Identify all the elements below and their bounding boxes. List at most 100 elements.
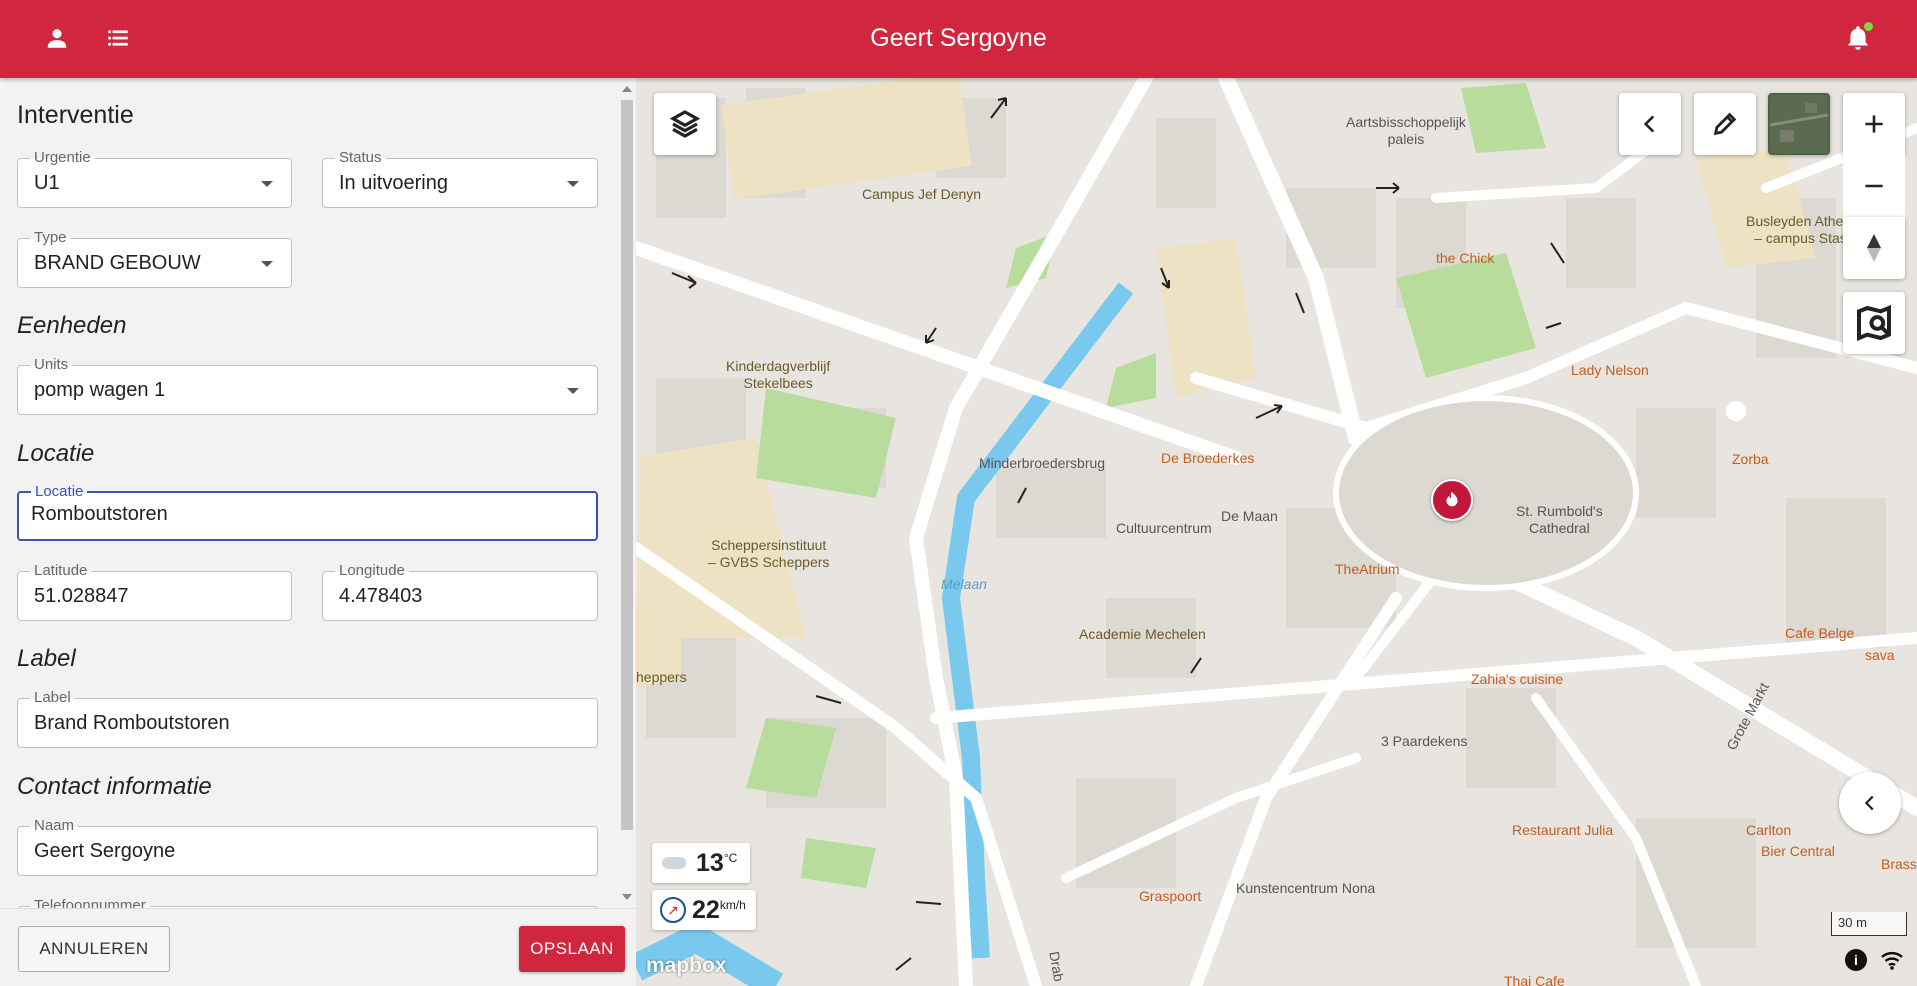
map-scale: 30 m xyxy=(1831,912,1907,936)
map-label: De Maan xyxy=(1221,508,1278,524)
draw-button[interactable] xyxy=(1694,93,1756,155)
map-label: heppers xyxy=(636,669,687,685)
map-base-layer xyxy=(636,78,1917,986)
map-label: Lady Nelson xyxy=(1571,362,1649,378)
type-select[interactable]: Type BRAND GEBOUW xyxy=(17,229,292,288)
minus-icon xyxy=(1865,184,1883,188)
layers-button[interactable] xyxy=(654,93,716,155)
map-label: Thai Cafe xyxy=(1504,973,1565,986)
map-label: Cafe Belge xyxy=(1785,625,1855,641)
wind-direction-icon: ↗ xyxy=(660,897,686,923)
chevron-down-icon xyxy=(261,261,273,267)
map-label: Scheppersinstituut – GVBS Scheppers xyxy=(708,537,830,570)
map-label: Cultuurcentrum xyxy=(1116,520,1212,536)
map-label: Minderbroedersbrug xyxy=(979,455,1106,471)
map-label: Kunstencentrum Nona xyxy=(1236,880,1376,896)
zoom-out-button[interactable] xyxy=(1843,155,1905,217)
map-label: Graspoort xyxy=(1139,888,1202,904)
top-app-bar: Geert Sergoyne xyxy=(0,0,1917,78)
locatie-text-input[interactable] xyxy=(31,503,591,526)
intervention-form-panel: Interventie Urgentie U1 Status In uitvoe… xyxy=(0,78,618,908)
units-label: Units xyxy=(30,356,73,373)
type-value: BRAND GEBOUW xyxy=(34,252,201,274)
map-label: TheAtrium xyxy=(1335,561,1400,577)
temperature-value: 13 xyxy=(696,848,724,877)
units-select[interactable]: Units pomp wagen 1 xyxy=(17,356,598,415)
map-label: Melaan xyxy=(941,576,987,592)
wifi-icon xyxy=(1880,948,1904,972)
map-label: Kinderdagverblijf Stekelbees xyxy=(726,358,831,391)
chevron-left-icon xyxy=(1864,795,1874,811)
incident-marker[interactable] xyxy=(1431,479,1473,521)
chevron-down-icon xyxy=(261,181,273,187)
scroll-down-icon[interactable] xyxy=(622,894,632,900)
locatie-label: Locatie xyxy=(31,483,88,500)
mapbox-logo[interactable]: mapbox xyxy=(646,954,727,978)
fire-truck-icon xyxy=(1446,491,1458,507)
urgentie-value: U1 xyxy=(34,172,60,194)
notification-dot xyxy=(1864,22,1873,31)
status-value: In uitvoering xyxy=(339,172,448,194)
layers-icon xyxy=(669,110,701,138)
page-title: Geert Sergoyne xyxy=(870,24,1047,52)
longitude-field[interactable]: Longitude 4.478403 xyxy=(322,562,598,621)
naam-field[interactable]: Naam Geert Sergoyne xyxy=(17,817,598,876)
pencil-icon xyxy=(1713,112,1737,136)
map-label: Zahia's cuisine xyxy=(1471,671,1564,687)
map-label: St. Rumbold's Cathedral xyxy=(1516,503,1603,536)
label-field-value: Brand Romboutstoren xyxy=(34,712,230,734)
status-select[interactable]: Status In uitvoering xyxy=(322,149,598,208)
weather-widget: 13 °C xyxy=(652,843,750,883)
latitude-field[interactable]: Latitude 51.028847 xyxy=(17,562,292,621)
map-label: sava xyxy=(1865,647,1895,663)
map-label: 3 Paardekens xyxy=(1381,733,1468,749)
locatie-input[interactable]: Locatie xyxy=(17,483,598,541)
map-label: Brasse xyxy=(1881,856,1917,872)
map-label: Zorba xyxy=(1732,451,1769,467)
compass-icon xyxy=(1867,234,1881,262)
section-title-label: Label xyxy=(17,645,76,672)
bell-icon[interactable] xyxy=(1842,22,1874,54)
urgentie-select[interactable]: Urgentie U1 xyxy=(17,149,292,208)
map-label: Aartsbisschoppelijk paleis xyxy=(1346,114,1466,147)
longitude-value: 4.478403 xyxy=(339,585,423,607)
section-title-interventie: Interventie xyxy=(17,101,134,129)
temperature-unit: °C xyxy=(723,851,738,865)
collapse-toolbar-button[interactable] xyxy=(1619,93,1681,155)
label-field[interactable]: Label Brand Romboutstoren xyxy=(17,689,598,748)
plus-icon xyxy=(1865,115,1883,133)
compass-button[interactable] xyxy=(1843,217,1905,279)
expand-panel-button[interactable] xyxy=(1839,772,1901,834)
naam-label: Naam xyxy=(30,817,79,834)
cancel-button[interactable]: ANNULEREN xyxy=(18,926,170,972)
latitude-value: 51.028847 xyxy=(34,585,129,607)
info-icon[interactable]: i xyxy=(1845,949,1867,971)
telefoon-label: Telefoonnummer xyxy=(30,897,150,908)
wind-speed-unit: km/h xyxy=(719,898,746,912)
map-label: Campus Jef Denyn xyxy=(862,186,982,202)
chevron-down-icon xyxy=(567,388,579,394)
zoom-in-button[interactable] xyxy=(1843,93,1905,155)
satellite-toggle[interactable] xyxy=(1768,93,1830,155)
save-button[interactable]: OPSLAAN xyxy=(519,926,625,972)
section-title-contact: Contact informatie xyxy=(17,773,212,800)
map-label: De Broederkes xyxy=(1161,450,1255,466)
form-footer: ANNULEREN OPSLAAN xyxy=(0,908,636,986)
section-title-eenheden: Eenheden xyxy=(17,312,127,339)
map-view[interactable]: Aartsbisschoppelijk paleis Campus Jef Den… xyxy=(636,78,1917,986)
scroll-thumb[interactable] xyxy=(621,100,633,830)
urgentie-label: Urgentie xyxy=(30,149,95,166)
chevron-left-icon xyxy=(1643,115,1655,133)
wind-widget: ↗ 22 km/h xyxy=(652,890,756,930)
chevron-down-icon xyxy=(567,181,579,187)
scroll-up-icon[interactable] xyxy=(622,86,632,92)
map-label: Academie Mechelen xyxy=(1079,626,1206,642)
units-value: pomp wagen 1 xyxy=(34,379,166,401)
form-scrollbar[interactable] xyxy=(618,78,636,908)
naam-value: Geert Sergoyne xyxy=(34,840,176,862)
map-search-icon xyxy=(1857,305,1891,341)
latitude-label: Latitude xyxy=(30,562,92,579)
section-title-locatie: Locatie xyxy=(17,440,95,467)
map-search-button[interactable] xyxy=(1843,292,1905,354)
status-label: Status xyxy=(335,149,386,166)
